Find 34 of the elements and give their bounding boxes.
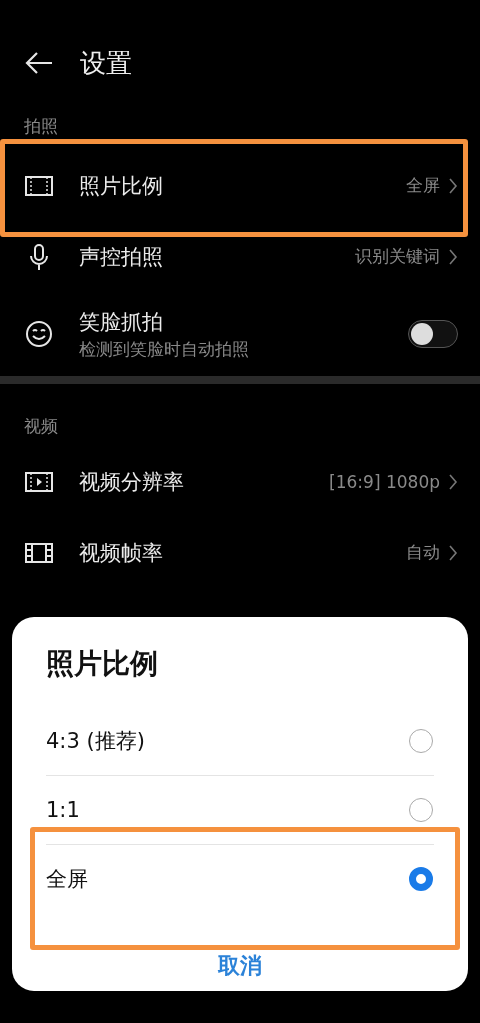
settings-row[interactable]: 声控拍照 识别关键词 (0, 221, 480, 292)
settings-row[interactable]: 照片比例 全屏 (0, 150, 480, 221)
option-row[interactable]: 4:3 (推荐) (46, 707, 434, 775)
cancel-button[interactable]: 取消 (210, 949, 270, 983)
setting-value: 自动 (406, 541, 440, 564)
setting-label: 照片比例 (79, 172, 164, 200)
option-label: 1:1 (46, 798, 80, 822)
setting-value: 识别关键词 (355, 245, 440, 268)
smiley-icon (24, 319, 54, 349)
back-arrow-icon (24, 51, 54, 75)
section-header: 视频 (23, 415, 59, 438)
option-row[interactable]: 1:1 (46, 775, 434, 844)
settings-row[interactable]: 视频分辨率 [16:9] 1080p (0, 446, 480, 517)
chevron-right-icon (448, 247, 458, 266)
setting-label: 声控拍照 (79, 243, 164, 271)
chevron-right-icon (448, 543, 458, 562)
settings-row[interactable]: 视频帧率 自动 (0, 517, 480, 588)
option-label: 4:3 (推荐) (46, 728, 145, 755)
dialog-title: 照片比例 (46, 646, 159, 682)
option-label: 全屏 (46, 866, 88, 893)
page-title: 设置 (80, 46, 132, 80)
radio-button[interactable] (409, 867, 433, 891)
chevron-right-icon (448, 472, 458, 491)
chevron-right-icon (448, 176, 458, 195)
setting-description: 检测到笑脸时自动拍照 (79, 337, 250, 361)
setting-label: 视频分辨率 (79, 468, 185, 496)
settings-row[interactable]: 笑脸抓拍 检测到笑脸时自动拍照 (0, 292, 480, 376)
setting-value: 全屏 (406, 174, 440, 197)
toggle-switch[interactable] (408, 320, 458, 348)
setting-label: 笑脸抓拍 (79, 308, 164, 336)
setting-value: [16:9] 1080p (329, 471, 440, 492)
option-row[interactable]: 全屏 (46, 844, 434, 913)
setting-label: 视频帧率 (79, 539, 164, 567)
section-header: 拍照 (23, 115, 59, 138)
